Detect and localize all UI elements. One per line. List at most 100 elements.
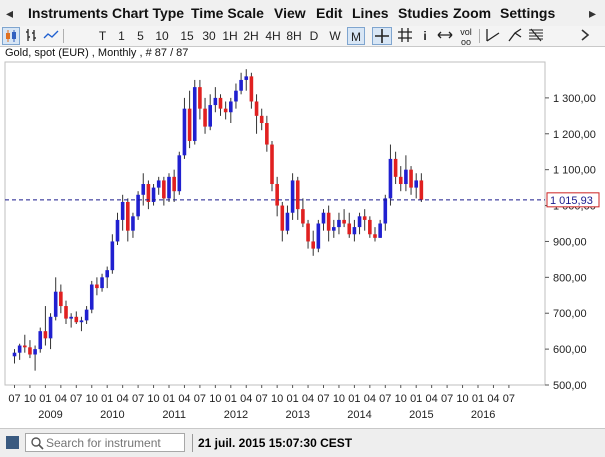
x-tick-label: 10 — [271, 393, 283, 405]
x-tick-label: 07 — [8, 393, 20, 405]
x-tick-label: 01 — [163, 393, 175, 405]
candle-body — [280, 205, 285, 231]
candle-body — [290, 180, 295, 213]
x-year-label: 2015 — [409, 409, 433, 421]
candle-body — [192, 87, 197, 141]
candle-body — [182, 108, 187, 156]
y-tick-label: 700,00 — [553, 308, 587, 320]
candle-body — [234, 90, 238, 102]
candle-body — [218, 97, 223, 109]
candle-body — [326, 212, 331, 231]
candle-body — [198, 87, 202, 109]
candle-body — [223, 108, 228, 113]
candle-body — [64, 306, 68, 319]
status-divider — [192, 434, 193, 452]
candle-body — [95, 284, 99, 289]
candle-body — [162, 180, 166, 199]
plot-area — [4, 61, 546, 386]
candle-body — [177, 155, 182, 192]
y-tick-label: 1 100,00 — [553, 165, 596, 177]
y-tick-label: 900,00 — [553, 236, 587, 248]
candle-body — [89, 284, 94, 310]
candle-body — [362, 216, 367, 220]
candle-body — [33, 349, 37, 355]
candle-body — [208, 105, 212, 127]
candle-body — [203, 108, 207, 127]
search-box[interactable] — [25, 433, 185, 452]
status-indicator — [6, 436, 19, 449]
candle-body — [275, 184, 279, 206]
x-tick-label: 01 — [39, 393, 51, 405]
x-tick-label: 01 — [410, 393, 422, 405]
candle-body — [398, 176, 403, 185]
candle-body — [213, 97, 218, 106]
x-tick-label: 07 — [70, 393, 82, 405]
candle-body — [295, 180, 300, 210]
x-tick-label: 07 — [194, 393, 206, 405]
candle-body — [378, 223, 382, 238]
candle-body — [393, 158, 398, 177]
candle-body — [74, 316, 79, 323]
candle-body — [357, 216, 362, 228]
candle-body — [337, 219, 341, 228]
candle-body — [38, 331, 43, 350]
x-tick-label: 04 — [117, 393, 129, 405]
candle-body — [301, 209, 305, 224]
candle-body — [373, 234, 377, 238]
status-bar: 21 juil. 2015 15:07:30 CEST — [0, 428, 605, 457]
candle-body — [100, 277, 104, 289]
candle-body — [12, 352, 17, 357]
candle-body — [239, 79, 243, 91]
candle-body — [141, 184, 146, 195]
x-tick-label: 07 — [441, 393, 453, 405]
candle-body — [368, 219, 372, 235]
candle-body — [167, 176, 171, 199]
candle-body — [419, 180, 424, 200]
last-price-label: 1 015,93 — [550, 195, 593, 207]
candle-body — [316, 223, 321, 249]
candle-body — [352, 227, 357, 235]
x-year-label: 2010 — [100, 409, 124, 421]
x-tick-label: 07 — [317, 393, 329, 405]
x-tick-label: 10 — [456, 393, 468, 405]
x-year-label: 2013 — [286, 409, 310, 421]
candle-body — [187, 108, 192, 141]
x-tick-label: 07 — [132, 393, 144, 405]
x-tick-label: 07 — [256, 393, 268, 405]
x-tick-label: 04 — [364, 393, 376, 405]
x-tick-label: 01 — [286, 393, 298, 405]
candle-body — [414, 180, 418, 188]
x-tick-label: 01 — [101, 393, 113, 405]
candle-body — [79, 320, 84, 323]
x-tick-label: 04 — [178, 393, 190, 405]
search-icon — [31, 437, 44, 450]
y-tick-label: 500,00 — [553, 380, 587, 392]
candle-body — [146, 184, 151, 202]
x-tick-label: 04 — [55, 393, 67, 405]
x-tick-label: 07 — [379, 393, 391, 405]
candle-body — [244, 76, 249, 80]
candle-body — [270, 144, 274, 185]
candle-body — [17, 345, 22, 353]
candle-body — [156, 180, 161, 188]
candle-body — [172, 176, 176, 192]
x-year-label: 2014 — [347, 409, 371, 421]
y-tick-label: 600,00 — [553, 344, 587, 356]
candle-body — [285, 212, 290, 231]
candle-body — [84, 309, 89, 321]
x-tick-label: 07 — [503, 393, 515, 405]
x-tick-label: 04 — [487, 393, 499, 405]
x-tick-label: 10 — [209, 393, 221, 405]
x-year-label: 2016 — [471, 409, 495, 421]
candle-body — [383, 198, 388, 224]
x-tick-label: 10 — [333, 393, 345, 405]
x-tick-label: 01 — [348, 393, 360, 405]
candle-body — [120, 201, 125, 220]
candle-body — [131, 216, 135, 231]
chart[interactable]: 500,00600,00700,00800,00900,001 000,001 … — [0, 0, 605, 428]
search-input[interactable] — [46, 435, 182, 450]
candle-body — [59, 291, 63, 307]
candle-body — [110, 241, 115, 271]
candle-body — [43, 331, 48, 339]
x-tick-label: 04 — [240, 393, 252, 405]
